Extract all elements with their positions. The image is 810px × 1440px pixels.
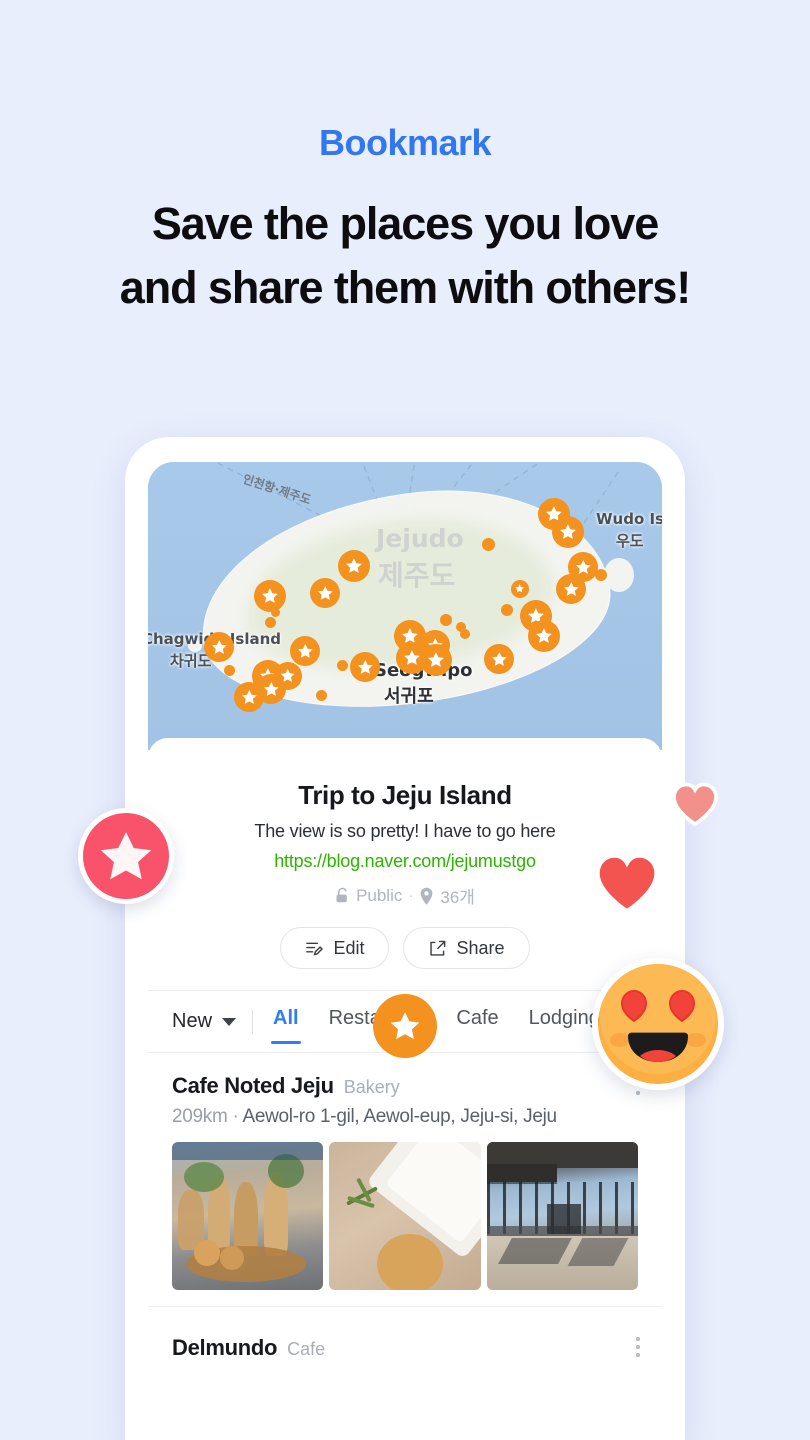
place-distance: 209km <box>172 1106 228 1127</box>
bookmark-meta: Public · 36개 <box>148 883 662 908</box>
map-dot[interactable] <box>265 617 276 628</box>
place-photo[interactable] <box>487 1142 638 1290</box>
heart-sticker-large <box>594 852 660 914</box>
map-star-pin[interactable] <box>254 580 286 612</box>
map-star-pin[interactable] <box>511 580 529 598</box>
app-screen: 인천항·제주도 Jejudo 제주도 Seogwipo 서귀포 Wudo Isl… <box>148 462 662 1440</box>
bookmark-actions: Edit Share <box>148 927 662 969</box>
bookmark-place-count: 36개 <box>440 883 475 908</box>
map-dot[interactable] <box>224 665 235 676</box>
wudo-island-shape <box>604 558 634 592</box>
page-eyebrow: Bookmark <box>0 122 810 164</box>
edit-icon <box>305 939 324 958</box>
place-name: Delmundo <box>172 1335 277 1361</box>
bookmark-visibility: Public <box>356 886 402 906</box>
star-icon <box>373 994 437 1058</box>
map-star-pin[interactable] <box>552 516 584 548</box>
unlock-icon <box>335 887 350 904</box>
map-view[interactable]: 인천항·제주도 Jejudo 제주도 Seogwipo 서귀포 Wudo Isl… <box>148 462 662 750</box>
meta-separator: · <box>408 887 413 904</box>
sort-label: New <box>172 1010 212 1033</box>
place-photo[interactable] <box>329 1142 480 1290</box>
map-star-pin[interactable] <box>568 552 598 582</box>
share-button[interactable]: Share <box>403 927 529 969</box>
tab-cafe[interactable]: Cafe <box>454 999 500 1044</box>
page-title-line1: Save the places you love <box>152 198 658 249</box>
heart-icon <box>672 782 718 826</box>
map-star-pin[interactable] <box>234 682 264 712</box>
star-icon <box>97 827 155 885</box>
place-photos <box>172 1142 638 1290</box>
chevron-down-icon <box>222 1018 236 1026</box>
map-dot[interactable] <box>482 538 495 551</box>
edit-button-label: Edit <box>333 938 364 959</box>
map-star-pin[interactable] <box>420 644 452 676</box>
map-star-pin[interactable] <box>528 620 560 652</box>
heart-eyes-emoji-icon <box>598 964 718 1084</box>
map-dot[interactable] <box>440 614 452 626</box>
page-title-line2: and share them with others! <box>0 256 810 320</box>
tab-all[interactable]: All <box>271 999 301 1044</box>
heart-eyes-emoji-sticker <box>592 958 724 1090</box>
place-list: Cafe Noted Jeju Bakery 209km · Aewol-ro … <box>148 1053 662 1361</box>
chagwido-island-shape <box>188 640 202 652</box>
bookmark-description: The view is so pretty! I have to go here <box>148 821 662 842</box>
tab-lodging[interactable]: Lodging <box>527 999 602 1044</box>
map-star-pin[interactable] <box>310 578 340 608</box>
place-name: Cafe Noted Jeju <box>172 1073 334 1099</box>
share-button-label: Share <box>456 938 504 959</box>
map-dot[interactable] <box>316 690 327 701</box>
filter-divider <box>252 1010 253 1034</box>
map-dot[interactable] <box>501 604 513 616</box>
place-category: Bakery <box>344 1077 400 1098</box>
place-address-row: 209km · Aewol-ro 1-gil, Aewol-eup, Jeju-… <box>172 1106 638 1128</box>
page-title: Save the places you love and share them … <box>0 192 810 320</box>
map-star-pin[interactable] <box>290 636 320 666</box>
phone-mockup: 인천항·제주도 Jejudo 제주도 Seogwipo 서귀포 Wudo Isl… <box>125 437 685 1440</box>
bookmark-link[interactable]: https://blog.naver.com/jejumustgo <box>148 851 662 872</box>
kebab-menu-icon[interactable] <box>636 1337 640 1357</box>
heart-icon <box>594 852 660 914</box>
map-star-pin[interactable] <box>338 550 370 582</box>
bookmark-info-card: Trip to Jeju Island The view is so prett… <box>148 738 662 1361</box>
share-icon <box>428 939 447 958</box>
map-dot[interactable] <box>337 660 348 671</box>
edit-button[interactable]: Edit <box>280 927 389 969</box>
place-address: Aewol-ro 1-gil, Aewol-eup, Jeju-si, Jeju <box>242 1106 556 1127</box>
place-category: Cafe <box>287 1339 325 1360</box>
place-photo[interactable] <box>172 1142 323 1290</box>
bookmark-title: Trip to Jeju Island <box>148 780 662 811</box>
pin-icon <box>419 887 434 905</box>
list-item[interactable]: Cafe Noted Jeju Bakery 209km · Aewol-ro … <box>148 1053 662 1290</box>
star-sticker <box>78 808 174 904</box>
promo-screenshot: Bookmark Save the places you love and sh… <box>0 0 810 1440</box>
map-star-pin[interactable] <box>484 644 514 674</box>
list-item-header: Cafe Noted Jeju Bakery <box>172 1073 638 1099</box>
heart-sticker-small <box>672 782 718 826</box>
sort-dropdown[interactable]: New <box>172 1010 252 1033</box>
list-item-header: Delmundo Cafe <box>172 1335 638 1361</box>
place-address-separator: · <box>233 1106 239 1127</box>
map-star-pin[interactable] <box>204 632 234 662</box>
list-item[interactable]: Delmundo Cafe <box>148 1306 662 1361</box>
map-dot[interactable] <box>460 629 470 639</box>
map-star-pin[interactable] <box>350 652 380 682</box>
